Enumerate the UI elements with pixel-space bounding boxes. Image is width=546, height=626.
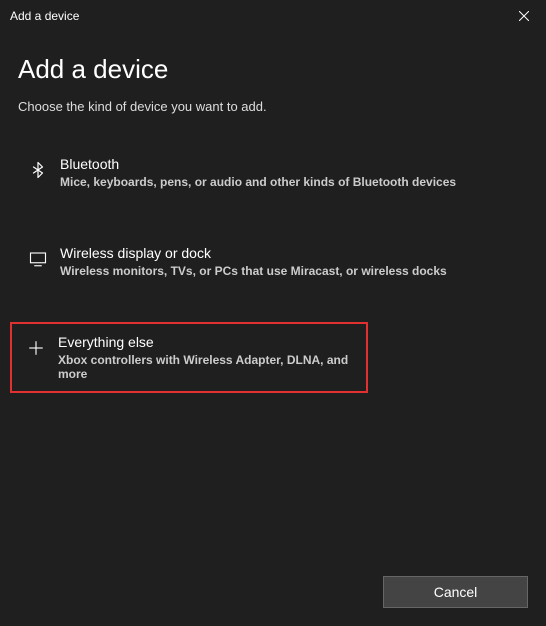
option-wireless-display[interactable]: Wireless display or dock Wireless monito… <box>18 233 528 290</box>
close-icon <box>519 11 529 21</box>
page-subtext: Choose the kind of device you want to ad… <box>18 99 528 114</box>
option-text: Everything else Xbox controllers with Wi… <box>58 334 360 381</box>
monitor-icon <box>26 247 50 271</box>
option-title: Bluetooth <box>60 156 456 172</box>
option-desc: Xbox controllers with Wireless Adapter, … <box>58 353 360 381</box>
option-everything-else[interactable]: Everything else Xbox controllers with Wi… <box>10 322 368 393</box>
option-desc: Mice, keyboards, pens, or audio and othe… <box>60 175 456 189</box>
window-title: Add a device <box>10 9 79 23</box>
bluetooth-icon <box>26 158 50 182</box>
option-text: Wireless display or dock Wireless monito… <box>60 245 447 278</box>
page-title: Add a device <box>18 54 528 85</box>
option-desc: Wireless monitors, TVs, or PCs that use … <box>60 264 447 278</box>
footer: Cancel <box>0 576 546 626</box>
option-title: Wireless display or dock <box>60 245 447 261</box>
close-button[interactable] <box>501 0 546 32</box>
option-title: Everything else <box>58 334 360 350</box>
titlebar: Add a device <box>0 0 546 32</box>
option-bluetooth[interactable]: Bluetooth Mice, keyboards, pens, or audi… <box>18 144 528 201</box>
cancel-button[interactable]: Cancel <box>383 576 528 608</box>
option-text: Bluetooth Mice, keyboards, pens, or audi… <box>60 156 456 189</box>
content-area: Add a device Choose the kind of device y… <box>0 32 546 576</box>
plus-icon <box>24 336 48 360</box>
